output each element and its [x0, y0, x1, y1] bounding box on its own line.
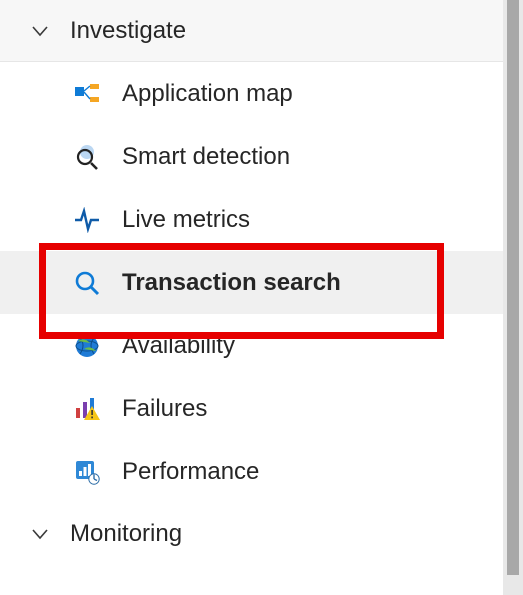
nav-label: Smart detection: [122, 143, 290, 171]
sidebar-item-failures[interactable]: Failures: [0, 377, 503, 440]
sidebar-panel: Investigate Application map Smart detect…: [0, 0, 503, 565]
sidebar-item-performance[interactable]: Performance: [0, 440, 503, 503]
chevron-down-icon: [28, 19, 52, 43]
application-map-icon: [74, 81, 100, 107]
nav-label: Availability: [122, 332, 235, 360]
vertical-scrollbar[interactable]: [503, 0, 523, 595]
live-metrics-icon: [74, 207, 100, 233]
scrollbar-thumb[interactable]: [507, 0, 519, 575]
section-header-monitoring[interactable]: Monitoring: [0, 503, 503, 565]
chevron-down-icon: [28, 522, 52, 546]
nav-label: Failures: [122, 395, 207, 423]
transaction-search-icon: [74, 270, 100, 296]
nav-label: Transaction search: [122, 269, 341, 297]
performance-icon: [74, 459, 100, 485]
sidebar-item-live-metrics[interactable]: Live metrics: [0, 188, 503, 251]
nav-label: Application map: [122, 80, 293, 108]
section-header-investigate[interactable]: Investigate: [0, 0, 503, 62]
nav-label: Performance: [122, 458, 259, 486]
smart-detection-icon: [74, 144, 100, 170]
failures-icon: [74, 396, 100, 422]
sidebar-item-application-map[interactable]: Application map: [0, 62, 503, 125]
sidebar-item-availability[interactable]: Availability: [0, 314, 503, 377]
section-title: Investigate: [70, 17, 186, 45]
sidebar-item-transaction-search[interactable]: Transaction search: [0, 251, 503, 314]
section-title: Monitoring: [70, 520, 182, 548]
sidebar-item-smart-detection[interactable]: Smart detection: [0, 125, 503, 188]
nav-label: Live metrics: [122, 206, 250, 234]
availability-icon: [74, 333, 100, 359]
